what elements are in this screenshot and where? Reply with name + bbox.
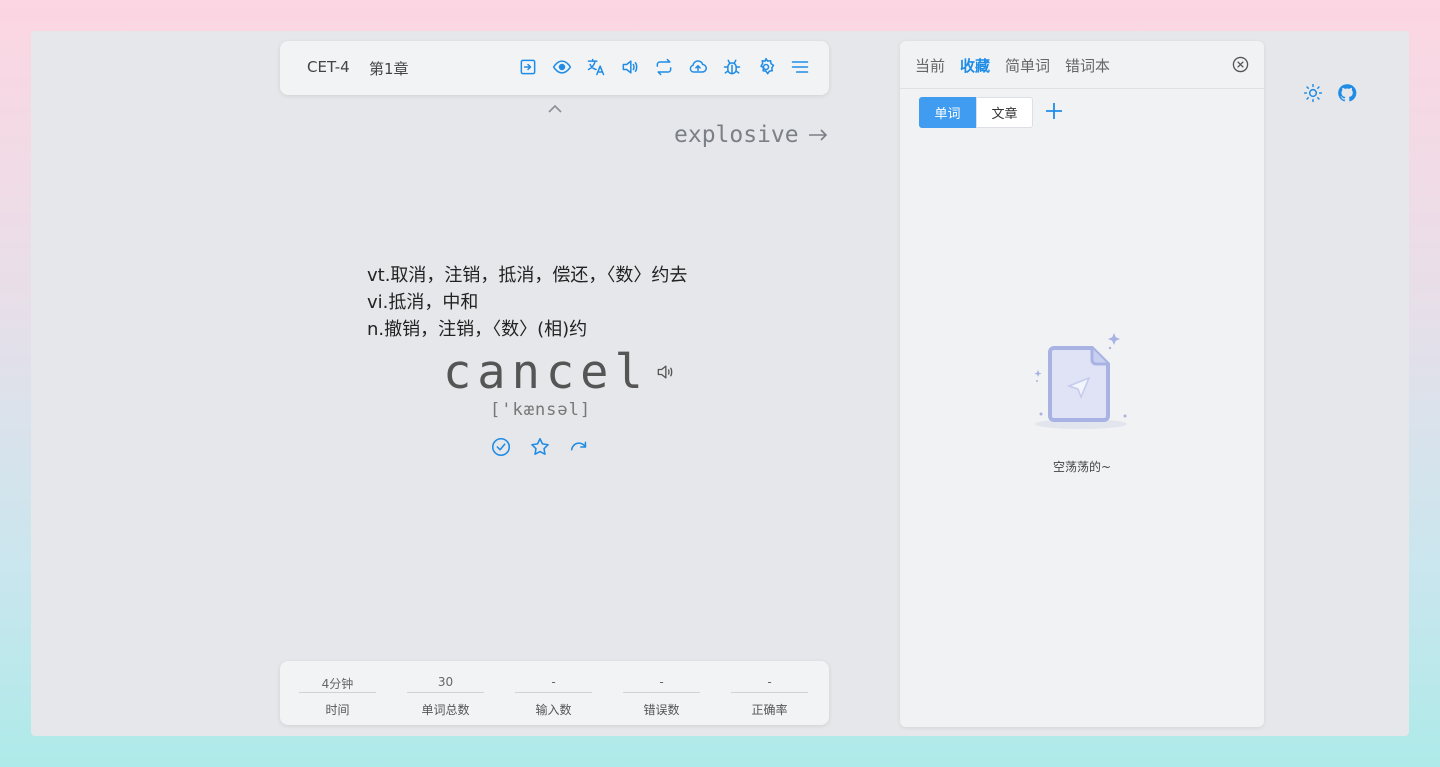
gear-icon[interactable] <box>755 56 777 78</box>
next-word-text: explosive <box>674 122 799 148</box>
stat-label: 时间 <box>325 703 350 717</box>
speaker-icon[interactable] <box>655 362 677 384</box>
phonetic: ['kænsəl] <box>490 400 592 420</box>
translate-icon[interactable] <box>585 56 607 78</box>
close-icon[interactable] <box>1232 56 1250 74</box>
arrow-right-icon <box>807 122 829 148</box>
toolbar-icons <box>517 56 811 78</box>
stat-label: 正确率 <box>751 703 788 717</box>
cloud-upload-icon[interactable] <box>687 56 709 78</box>
stat-value: - <box>623 675 700 693</box>
chevron-up-icon[interactable] <box>547 101 563 115</box>
top-right-controls <box>1303 83 1357 103</box>
mark-known-icon[interactable] <box>490 436 512 458</box>
definition-line: vt.取消，注销，抵消，偿还，〈数〉约去 <box>367 265 688 286</box>
stat-input: - 输入数 <box>515 661 592 725</box>
dict-selector[interactable]: CET-4 <box>307 58 350 76</box>
tab-wrong-words[interactable]: 错词本 <box>1065 55 1110 76</box>
skip-icon[interactable] <box>568 436 590 458</box>
word-display: cancel <box>443 345 677 400</box>
stat-value: - <box>731 675 808 693</box>
app-window: CET-4 第1章 explosive vt.取消，注销，抵消，偿还，〈数〉约去… <box>31 31 1409 736</box>
segment-words[interactable]: 单词 <box>919 97 976 128</box>
menu-icon[interactable] <box>789 56 811 78</box>
segment-articles[interactable]: 文章 <box>976 97 1033 128</box>
stat-time: 4分钟 时间 <box>299 661 376 725</box>
next-word-link[interactable]: explosive <box>674 122 829 148</box>
panel-tabs: 当前 收藏 简单词 错词本 <box>915 55 1110 76</box>
stat-label: 单词总数 <box>421 703 470 717</box>
chapter-selector[interactable]: 第1章 <box>369 58 409 79</box>
stat-label: 错误数 <box>643 703 680 717</box>
current-word[interactable]: cancel <box>443 345 649 400</box>
empty-state-text: 空荡荡的~ <box>1052 460 1112 474</box>
tab-easy-words[interactable]: 简单词 <box>1005 55 1050 76</box>
side-panel: 当前 收藏 简单词 错词本 单词 文章 空荡荡的~ <box>900 41 1264 727</box>
stat-accuracy: - 正确率 <box>731 661 808 725</box>
plus-icon[interactable] <box>1044 101 1064 121</box>
empty-document-icon <box>1034 333 1127 429</box>
word-actions <box>490 436 590 458</box>
stat-value: - <box>515 675 592 693</box>
speaker-icon[interactable] <box>619 56 641 78</box>
segment-control: 单词 文章 <box>919 97 1033 128</box>
stat-value: 4分钟 <box>299 675 376 693</box>
definition-line: vi.抵消，中和 <box>367 292 479 313</box>
top-toolbar: CET-4 第1章 <box>280 41 829 95</box>
github-icon[interactable] <box>1337 83 1357 103</box>
bug-icon[interactable] <box>721 56 743 78</box>
stat-errors: - 错误数 <box>623 661 700 725</box>
sun-icon[interactable] <box>1303 83 1323 103</box>
stat-label: 输入数 <box>535 703 572 717</box>
stats-bar: 4分钟 时间 30 单词总数 - 输入数 - 错误数 - 正确率 <box>280 661 829 725</box>
star-icon[interactable] <box>529 436 551 458</box>
loop-icon[interactable] <box>653 56 675 78</box>
word-definitions: vt.取消，注销，抵消，偿还，〈数〉约去 vi.抵消，中和 n.撤销，注销，〈数… <box>367 262 687 343</box>
divider <box>900 88 1264 89</box>
tab-favorites[interactable]: 收藏 <box>960 55 990 76</box>
exit-icon[interactable] <box>517 56 539 78</box>
stat-value: 30 <box>407 675 484 693</box>
eye-icon[interactable] <box>551 56 573 78</box>
tab-current[interactable]: 当前 <box>915 55 945 76</box>
definition-line: n.撤销，注销，〈数〉(相)约 <box>367 319 588 340</box>
stat-total: 30 单词总数 <box>407 661 484 725</box>
